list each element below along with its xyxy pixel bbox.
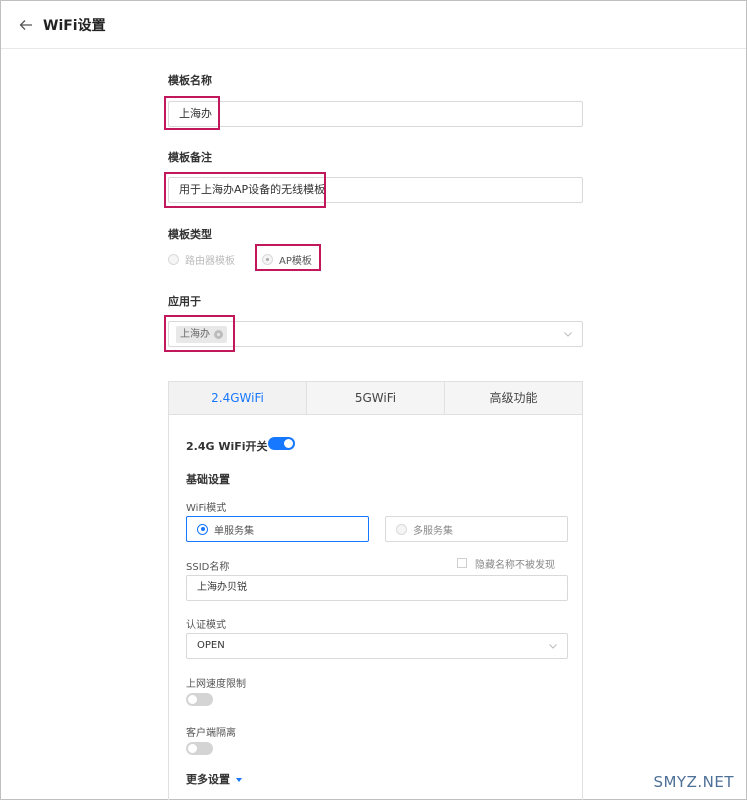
wifi-mode-label: WiFi模式: [186, 503, 227, 514]
template-note-label: 模板备注: [168, 151, 212, 164]
hide-ssid-checkbox[interactable]: [457, 558, 467, 568]
speed-limit-toggle[interactable]: [186, 693, 213, 706]
router-template-radio[interactable]: 路由器模板: [168, 252, 235, 267]
page-header: WiFi设置: [1, 1, 746, 49]
ssid-label: SSID名称: [186, 562, 230, 573]
basic-settings-heading: 基础设置: [186, 473, 230, 486]
caret-down-icon: [236, 778, 242, 782]
chevron-down-icon: [549, 644, 557, 649]
template-type-label: 模板类型: [168, 228, 212, 241]
apply-to-select[interactable]: 上海办: [168, 321, 583, 347]
radio-selected-icon: [197, 523, 208, 535]
radio-icon: [168, 254, 179, 265]
tab-2-4g-wifi[interactable]: 2.4GWiFi: [169, 382, 306, 414]
router-template-label: 路由器模板: [185, 256, 235, 267]
selected-tag: 上海办: [176, 326, 227, 343]
radio-icon: [396, 523, 407, 535]
wifi-settings-panel: 2.4GWiFi 5GWiFi 高级功能 2.4G WiFi开关 基础设置 Wi…: [168, 381, 583, 800]
speed-limit-label: 上网速度限制: [186, 679, 246, 690]
apply-to-label: 应用于: [168, 295, 201, 308]
watermark: SMYZ.NET: [653, 773, 734, 791]
multi-ssid-option[interactable]: 多服务集: [385, 516, 568, 542]
more-settings-toggle[interactable]: 更多设置: [186, 771, 242, 787]
tag-label: 上海办: [180, 329, 210, 340]
auth-mode-select[interactable]: OPEN: [186, 633, 568, 659]
single-ssid-label: 单服务集: [214, 525, 254, 537]
template-name-input[interactable]: 上海办: [168, 101, 583, 127]
ap-template-label: AP模板: [279, 256, 312, 267]
auth-mode-label: 认证模式: [186, 620, 226, 631]
more-settings-label: 更多设置: [186, 773, 230, 786]
wifi-switch-label: 2.4G WiFi开关: [186, 440, 268, 453]
tag-close-icon[interactable]: [214, 330, 223, 339]
tab-5g-wifi[interactable]: 5GWiFi: [306, 382, 444, 414]
back-arrow-icon[interactable]: [19, 18, 33, 32]
page-title: WiFi设置: [43, 17, 106, 34]
template-name-label: 模板名称: [168, 74, 212, 87]
single-ssid-option[interactable]: 单服务集: [186, 516, 369, 542]
chevron-down-icon: [564, 332, 572, 337]
client-isolation-toggle[interactable]: [186, 742, 213, 755]
hide-ssid-label: 隐藏名称不被发现: [475, 560, 555, 571]
tab-bar: 2.4GWiFi 5GWiFi 高级功能: [169, 382, 582, 415]
tab-advanced[interactable]: 高级功能: [444, 382, 582, 414]
ap-template-radio[interactable]: AP模板: [262, 252, 312, 267]
template-note-input[interactable]: 用于上海办AP设备的无线模板: [168, 177, 583, 203]
wifi-switch-toggle[interactable]: [268, 437, 295, 450]
radio-checked-icon: [262, 254, 273, 265]
ssid-input[interactable]: 上海办贝锐: [186, 575, 568, 601]
client-isolation-label: 客户端隔离: [186, 728, 236, 739]
multi-ssid-label: 多服务集: [413, 525, 453, 537]
auth-mode-value: OPEN: [197, 640, 225, 651]
